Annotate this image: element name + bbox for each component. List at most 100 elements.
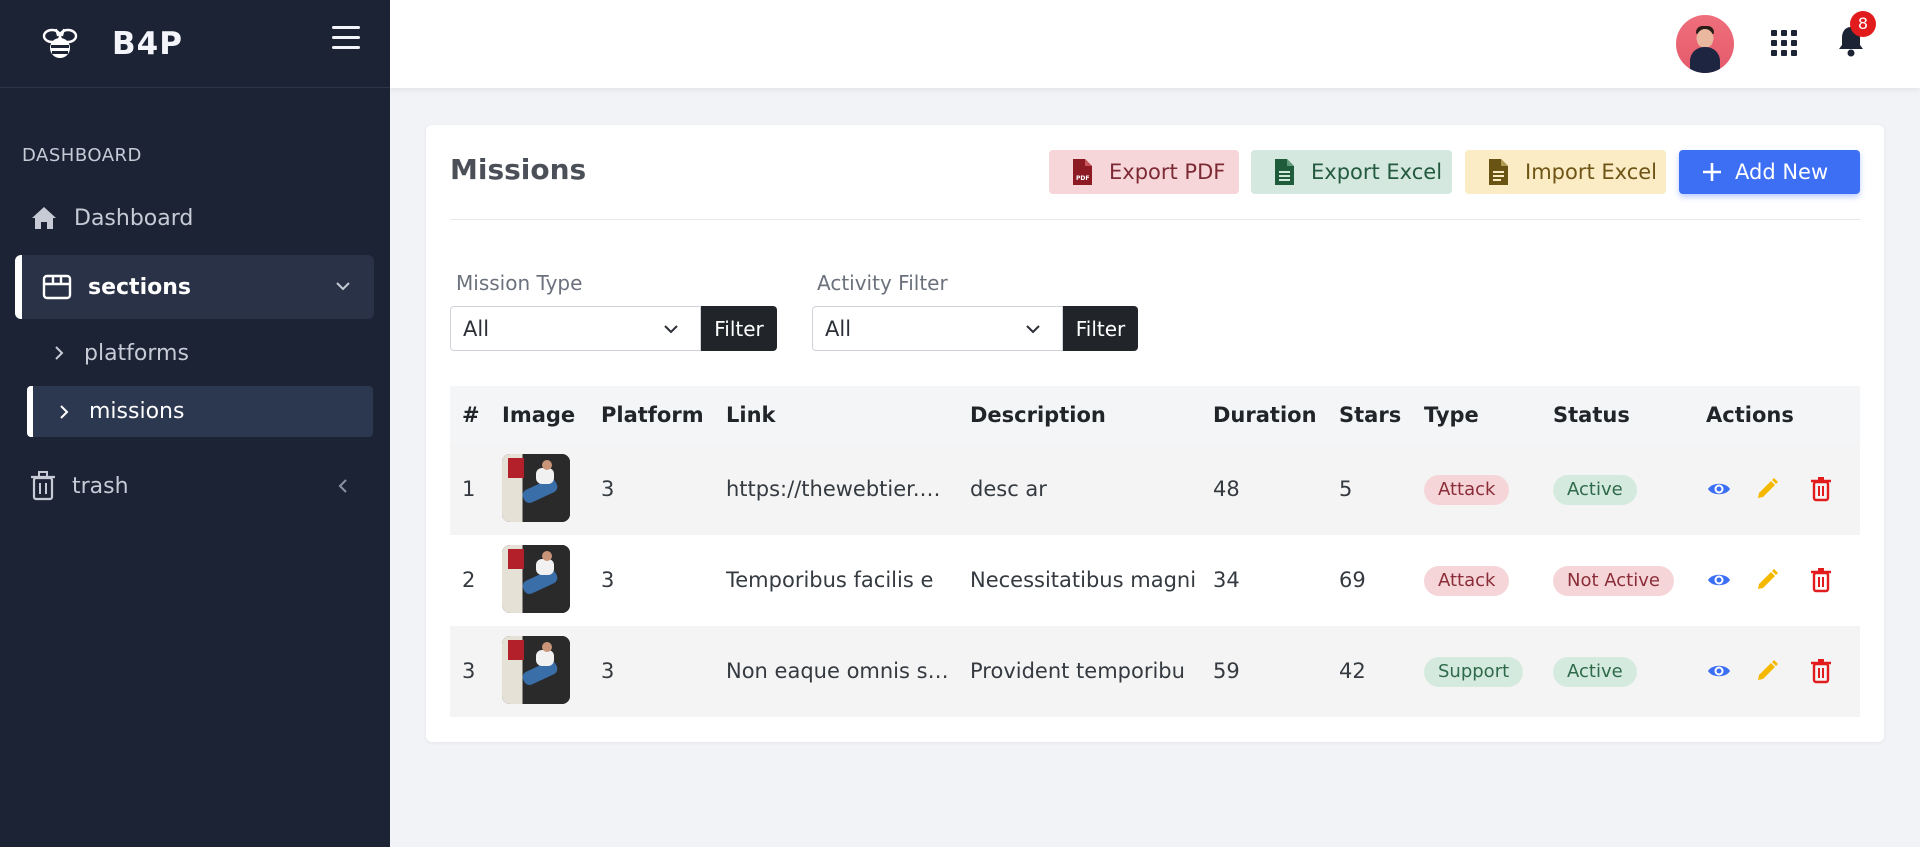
hamburger-menu-icon[interactable] <box>332 26 360 52</box>
col-header-link: Link <box>726 403 776 427</box>
cell-platform: 3 <box>601 568 615 592</box>
sidebar-subitem-missions[interactable]: missions <box>27 386 373 437</box>
chevron-right-icon <box>55 346 64 360</box>
table-row: 3 3 Non eaque omnis sa... Provident temp… <box>450 626 1860 717</box>
chevron-right-icon <box>60 404 69 419</box>
mission-thumbnail <box>502 636 570 704</box>
table-header: # Image Platform Link Description Durati… <box>450 386 1860 444</box>
edit-pencil-icon[interactable] <box>1754 658 1780 684</box>
col-header-num: # <box>462 403 480 427</box>
document-file-icon <box>1489 159 1508 185</box>
trash-icon <box>31 471 55 501</box>
button-label: Export Excel <box>1311 160 1443 184</box>
col-header-type: Type <box>1424 403 1479 427</box>
col-header-stars: Stars <box>1339 403 1402 427</box>
status-badge: Active <box>1553 475 1637 505</box>
button-label: Add New <box>1735 160 1829 184</box>
col-header-status: Status <box>1553 403 1630 427</box>
sidebar-item-label: trash <box>72 473 129 499</box>
col-header-duration: Duration <box>1213 403 1317 427</box>
export-pdf-button[interactable]: PDF Export PDF <box>1049 150 1239 194</box>
apps-grid-icon[interactable] <box>1771 30 1797 56</box>
menu-heading: DASHBOARD <box>22 145 142 166</box>
cell-description: Necessitatibus magni <box>970 568 1197 592</box>
cell-duration: 59 <box>1213 659 1240 683</box>
table-row: 2 3 Temporibus facilis e Necessitatibus … <box>450 535 1860 626</box>
home-icon <box>32 207 56 229</box>
select-value: All <box>463 316 490 341</box>
cell-platform: 3 <box>601 477 615 501</box>
sidebar-item-sections[interactable]: sections <box>15 255 374 319</box>
activity-filter-button[interactable]: Filter <box>1063 306 1138 351</box>
active-indicator <box>15 255 22 319</box>
missions-table: # Image Platform Link Description Durati… <box>450 386 1860 717</box>
box-icon <box>42 274 72 300</box>
brand-bar: B4P <box>0 0 390 88</box>
status-badge: Not Active <box>1553 566 1674 596</box>
chevron-down-icon <box>1026 325 1040 334</box>
cell-description: desc ar <box>970 477 1047 501</box>
delete-trash-icon[interactable] <box>1810 658 1832 684</box>
edit-pencil-icon[interactable] <box>1754 567 1780 593</box>
brand-name[interactable]: B4P <box>112 26 183 62</box>
user-avatar[interactable] <box>1676 15 1734 73</box>
cell-num: 2 <box>462 568 476 592</box>
sidebar-item-label: sections <box>88 274 191 300</box>
missions-card: Missions PDF Export PDF Export Excel Imp… <box>426 125 1884 742</box>
mission-type-label: Mission Type <box>456 271 583 295</box>
sidebar-subitem-label: platforms <box>84 340 189 366</box>
status-badge: Active <box>1553 657 1637 687</box>
col-header-actions: Actions <box>1706 403 1794 427</box>
sidebar-subitem-platforms[interactable]: platforms <box>52 335 374 371</box>
pdf-file-icon: PDF <box>1073 159 1092 185</box>
select-value: All <box>825 316 852 341</box>
cell-description: Provident temporibu <box>970 659 1185 683</box>
mission-type-select[interactable]: All <box>450 306 701 351</box>
cell-duration: 34 <box>1213 568 1240 592</box>
table-row: 1 3 https://thewebtier.c... desc ar 48 5… <box>450 444 1860 535</box>
chevron-down-icon <box>336 282 350 291</box>
cell-link: https://thewebtier.c... <box>726 477 951 501</box>
add-new-button[interactable]: Add New <box>1679 150 1860 194</box>
svg-text:PDF: PDF <box>1076 175 1089 182</box>
mission-thumbnail <box>502 454 570 522</box>
view-eye-icon[interactable] <box>1706 476 1732 502</box>
cell-stars: 69 <box>1339 568 1366 592</box>
cell-duration: 48 <box>1213 477 1240 501</box>
page-title: Missions <box>450 153 587 186</box>
cell-num: 3 <box>462 659 476 683</box>
sidebar-item-trash[interactable]: trash <box>30 468 370 504</box>
divider <box>450 219 1860 220</box>
button-label: Export PDF <box>1109 160 1226 184</box>
type-badge: Attack <box>1424 475 1510 505</box>
spreadsheet-file-icon <box>1275 159 1294 185</box>
export-excel-button[interactable]: Export Excel <box>1251 150 1452 194</box>
import-excel-button[interactable]: Import Excel <box>1465 150 1666 194</box>
edit-pencil-icon[interactable] <box>1754 476 1780 502</box>
delete-trash-icon[interactable] <box>1810 476 1832 502</box>
plus-icon <box>1703 163 1721 181</box>
sidebar-item-dashboard[interactable]: Dashboard <box>30 195 370 241</box>
sidebar: B4P DASHBOARD Dashboard sections platfor… <box>0 0 390 847</box>
activity-filter-select[interactable]: All <box>812 306 1063 351</box>
chevron-left-icon <box>338 479 347 493</box>
notification-badge: 8 <box>1850 11 1876 37</box>
cell-platform: 3 <box>601 659 615 683</box>
sidebar-subitem-label: missions <box>89 399 185 424</box>
cell-num: 1 <box>462 477 476 501</box>
active-indicator <box>27 386 33 437</box>
cell-stars: 5 <box>1339 477 1353 501</box>
mission-type-filter-button[interactable]: Filter <box>701 306 777 351</box>
sidebar-item-label: Dashboard <box>74 205 194 231</box>
button-label: Import Excel <box>1525 160 1657 184</box>
type-badge: Support <box>1424 657 1524 687</box>
col-header-image: Image <box>502 403 576 427</box>
activity-filter-label: Activity Filter <box>817 271 948 295</box>
col-header-platform: Platform <box>601 403 704 427</box>
view-eye-icon[interactable] <box>1706 658 1732 684</box>
delete-trash-icon[interactable] <box>1810 567 1832 593</box>
type-badge: Attack <box>1424 566 1510 596</box>
view-eye-icon[interactable] <box>1706 567 1732 593</box>
cell-link: Temporibus facilis e <box>726 568 934 592</box>
chevron-down-icon <box>664 325 678 334</box>
